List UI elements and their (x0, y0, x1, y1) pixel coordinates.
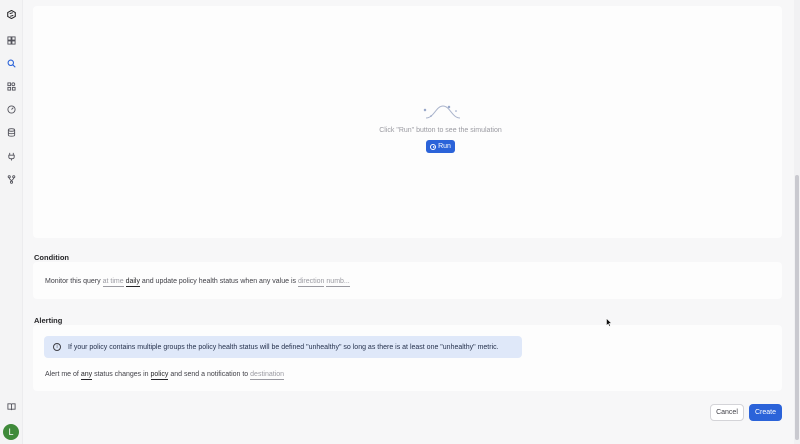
condition-sentence: Monitor this query at time daily and upd… (45, 278, 350, 287)
dashboard-icon[interactable] (5, 34, 17, 46)
alerting-middle-text-1: status changes in (94, 371, 149, 378)
avatar[interactable]: L (3, 424, 19, 440)
cancel-button[interactable]: Cancel (710, 404, 744, 421)
condition-prefix: Monitor this query (45, 278, 101, 285)
info-icon: i (53, 343, 61, 351)
sidebar: L (0, 0, 23, 444)
empty-chart-illustration-icon (423, 105, 461, 119)
create-button[interactable]: Create (749, 404, 782, 421)
alerting-middle-text-2: and send a notification to (170, 371, 249, 378)
condition-panel: Monitor this query at time daily and upd… (33, 262, 782, 299)
plug-icon[interactable] (5, 150, 17, 162)
scrollbar-thumb[interactable] (795, 175, 799, 440)
direction-selector[interactable]: direction (297, 278, 325, 287)
play-circle-icon (430, 143, 437, 150)
run-button[interactable]: Run (426, 140, 455, 153)
branch-icon[interactable] (5, 173, 17, 185)
condition-title: Condition (34, 253, 69, 262)
mouse-cursor-icon (606, 318, 612, 327)
frequency-selector[interactable]: daily (125, 278, 140, 287)
alerting-title: Alerting (34, 316, 63, 325)
simulation-panel: Click "Run" button to see the simulation… (33, 6, 782, 238)
database-icon[interactable] (5, 126, 17, 138)
widgets-icon[interactable] (5, 80, 17, 92)
any-selector[interactable]: any (80, 371, 93, 380)
gauge-icon[interactable] (5, 103, 17, 115)
run-button-label: Run (438, 143, 451, 150)
destination-selector[interactable]: destination (250, 371, 285, 380)
at-time-selector[interactable]: at time (102, 278, 124, 287)
info-banner: i If your policy contains multiple group… (44, 336, 522, 358)
book-icon[interactable] (5, 400, 17, 412)
search-icon[interactable] (5, 57, 17, 69)
empty-state-text: Click "Run" button to see the simulation (379, 127, 502, 134)
alerting-prefix: Alert me of (45, 371, 79, 378)
info-banner-text: If your policy contains multiple groups … (68, 343, 499, 351)
alerting-panel: i If your policy contains multiple group… (33, 325, 782, 391)
number-input[interactable]: numb... (326, 278, 350, 287)
logo-icon[interactable] (5, 8, 17, 20)
policy-selector[interactable]: policy (150, 371, 169, 380)
condition-middle-text: and update policy health status when any… (141, 278, 297, 285)
alerting-sentence: Alert me of any status changes in policy… (45, 371, 285, 380)
